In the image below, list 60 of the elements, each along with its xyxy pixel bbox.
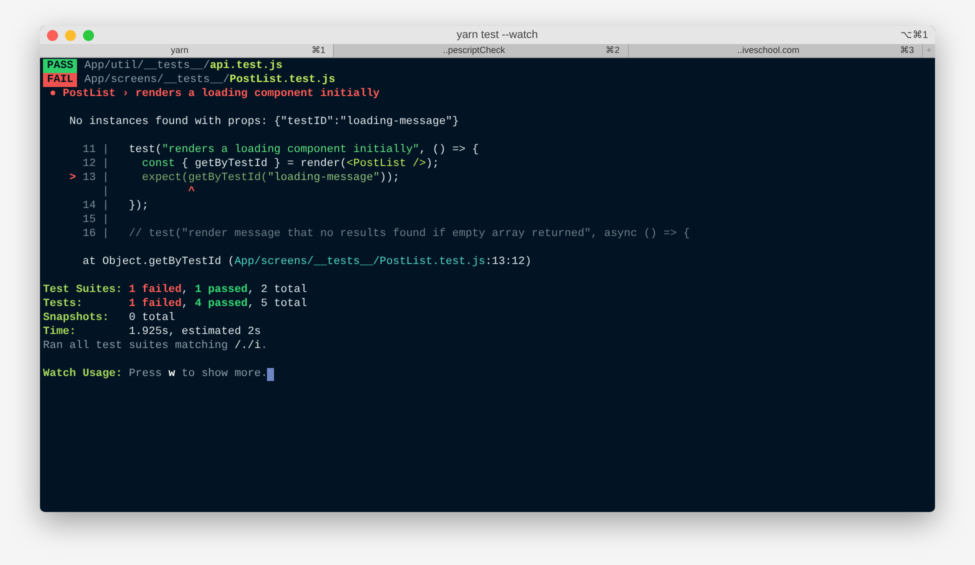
terminal-text: . bbox=[260, 339, 268, 353]
passed-count: 4 passed bbox=[194, 297, 248, 311]
code-text: expect(getByTestId( bbox=[141, 171, 268, 185]
error-marker: ^ bbox=[187, 185, 195, 199]
terminal-text: , bbox=[182, 283, 190, 297]
terminal-text: test( bbox=[128, 143, 162, 157]
summary-label: Tests: bbox=[43, 297, 84, 311]
terminal-text: , 5 total bbox=[248, 297, 308, 311]
summary-label: Snapshots: bbox=[43, 311, 110, 325]
tab[interactable]: ..iveschool.com ⌘3 bbox=[628, 44, 923, 57]
tab[interactable]: yarn ⌘1 bbox=[40, 44, 334, 57]
terminal-text: ); bbox=[426, 157, 440, 171]
window-title: yarn test --watch bbox=[456, 28, 539, 43]
summary-label: Test Suites: bbox=[43, 283, 124, 297]
code-string: "loading-message" bbox=[267, 171, 380, 185]
failed-count: 1 failed bbox=[128, 297, 182, 311]
line-number: 12 | bbox=[82, 157, 110, 171]
terminal-text: to show more. bbox=[180, 367, 268, 381]
pass-badge: PASS bbox=[43, 59, 78, 73]
line-number: 15 | bbox=[82, 213, 110, 227]
maximize-icon[interactable] bbox=[83, 30, 94, 40]
code-comment: // test("render message that no results found if empty array returned", async () => { bbox=[128, 227, 690, 241]
terminal-text: No instances found with props: {"testID":"loading-message"} bbox=[68, 115, 459, 129]
fail-badge: FAIL bbox=[43, 73, 78, 87]
terminal-text: 1.925s, estimated 2s bbox=[128, 325, 261, 339]
terminal-text: )); bbox=[380, 171, 400, 185]
summary-label: Watch Usage: bbox=[43, 367, 124, 381]
terminal-text: { getByTestId } = render( bbox=[180, 157, 347, 171]
failed-count: 1 failed bbox=[128, 283, 182, 297]
file-name: PostList.test.js bbox=[230, 73, 336, 87]
terminal-text: Ran all test suites matching bbox=[43, 339, 229, 353]
terminal-text: }); bbox=[128, 199, 149, 213]
terminal-text: 0 total bbox=[128, 311, 176, 325]
terminal-text: , bbox=[182, 297, 190, 311]
terminal-text: :13:12) bbox=[485, 255, 532, 269]
line-number: 13 | bbox=[82, 171, 110, 185]
minimize-icon[interactable] bbox=[65, 30, 76, 40]
code-keyword: const bbox=[141, 157, 176, 171]
file-path: App/util/__tests__/ bbox=[84, 59, 210, 73]
code-jsx: <PostList /> bbox=[346, 157, 426, 171]
terminal-text: /./i bbox=[234, 339, 261, 353]
line-number: 11 | bbox=[82, 143, 110, 157]
summary-label: Time: bbox=[43, 325, 78, 339]
window-shortcut: ⌥⌘1 bbox=[900, 28, 928, 42]
terminal-text: Press bbox=[128, 367, 163, 381]
code-string: "renders a loading component initially" bbox=[162, 143, 420, 157]
line-number: | bbox=[101, 185, 110, 199]
error-title: ● PostList › renders a loading component initially bbox=[48, 87, 380, 101]
file-path: App/screens/__tests__/ bbox=[84, 73, 230, 87]
line-number: 14 | bbox=[82, 199, 110, 213]
key-hint: w bbox=[168, 367, 176, 381]
terminal-text: , 2 total bbox=[248, 283, 308, 297]
error-marker: > bbox=[68, 171, 78, 185]
file-name: api.test.js bbox=[210, 59, 282, 73]
tab[interactable]: ..pescriptCheck ⌘2 bbox=[334, 44, 629, 57]
terminal-text: , () => { bbox=[419, 143, 479, 157]
line-number: 16 | bbox=[82, 227, 110, 241]
passed-count: 1 passed bbox=[194, 283, 248, 297]
terminal-text: at Object.getByTestId ( bbox=[82, 255, 234, 269]
close-icon[interactable] bbox=[47, 30, 58, 40]
